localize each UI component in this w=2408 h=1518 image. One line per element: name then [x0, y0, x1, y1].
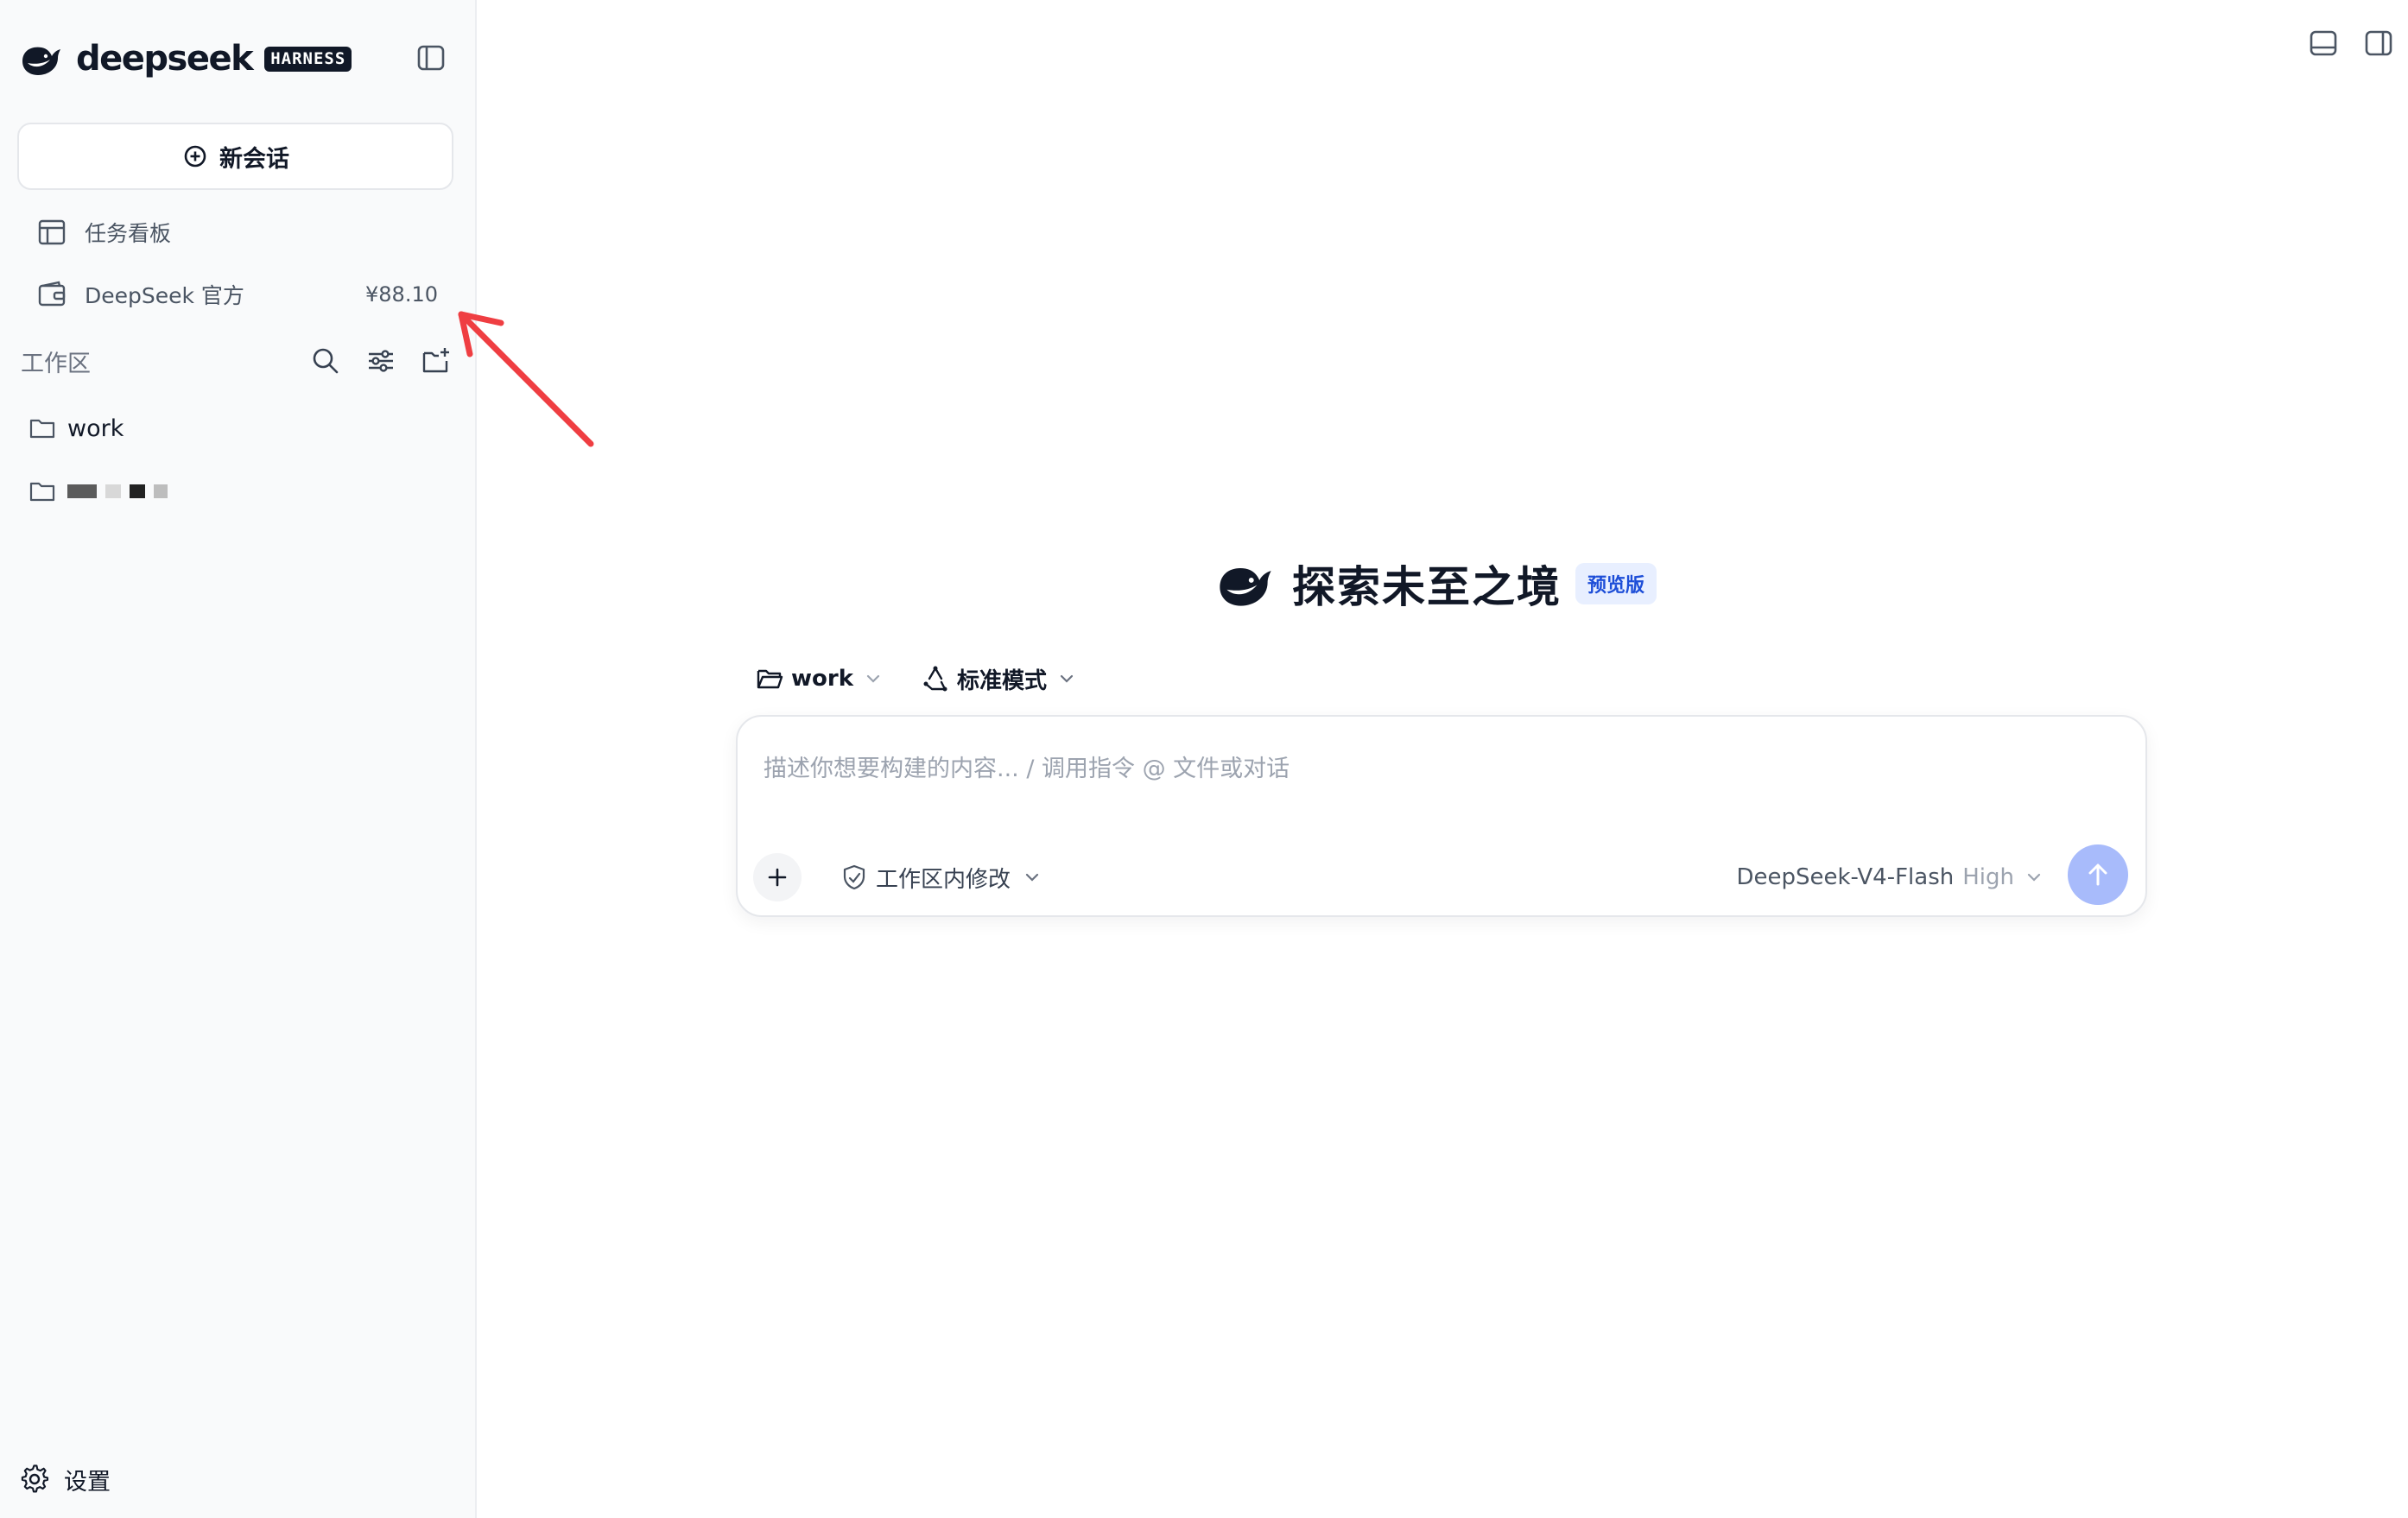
new-chat-label: 新会话: [219, 145, 289, 173]
welcome-heading: 探索未至之境 预览版: [1214, 553, 1657, 615]
welcome-title: 探索未至之境: [1292, 562, 1562, 612]
chevron-down-icon: [866, 674, 880, 683]
bottom-panel-toggle-icon[interactable]: [2306, 26, 2341, 60]
new-chat-button[interactable]: 新会话: [17, 123, 453, 190]
model-name: DeepSeek-V4-Flash: [1736, 864, 1955, 890]
right-panel-toggle-icon[interactable]: [2361, 26, 2396, 60]
mode-selector-label: 标准模式: [957, 667, 1048, 694]
sidebar-item-deepseek-account[interactable]: DeepSeek 官方 ¥88.10: [17, 268, 453, 321]
board-icon: [38, 219, 66, 245]
settings-button[interactable]: 设置: [19, 1452, 111, 1506]
brand-name: deepseek: [76, 39, 254, 79]
whale-logo-icon: [22, 47, 60, 75]
brand-logo: deepseek HARNESS: [19, 36, 352, 81]
plus-circle-icon: [184, 145, 206, 168]
search-icon[interactable]: [309, 345, 342, 377]
preview-badge: 预览版: [1575, 563, 1657, 604]
mode-selector[interactable]: 标准模式: [921, 663, 1076, 695]
recycle-mode-icon: [923, 666, 947, 692]
sidebar-item-label: DeepSeek 官方: [85, 283, 244, 308]
folder-icon: [29, 482, 55, 502]
folder-open-icon: [757, 669, 783, 689]
balance-amount: ¥88.10: [365, 282, 438, 307]
redacted-folder-name: [67, 484, 168, 498]
prompt-input[interactable]: [764, 743, 2059, 794]
whale-logo-icon: [1220, 567, 1271, 606]
chevron-down-icon: [1060, 674, 1074, 683]
brand-tag: HARNESS: [264, 46, 352, 72]
sidebar-item-task-board[interactable]: 任务看板: [17, 206, 453, 259]
folder-icon: [29, 419, 55, 439]
plus-icon: [768, 868, 787, 887]
composer: 工作区内修改 DeepSeek-V4-Flash High: [736, 715, 2147, 917]
sidebar-collapse-icon[interactable]: [415, 41, 447, 74]
workspace-folder-work[interactable]: work: [17, 402, 453, 455]
attach-button[interactable]: [753, 853, 802, 901]
workspace-folder-redacted[interactable]: [17, 465, 453, 518]
sidebar: deepseek HARNESS 新会话 任务看板 DeepSeek 官方 ¥8…: [0, 0, 477, 1518]
new-folder-icon[interactable]: [420, 345, 453, 377]
chevron-down-icon: [1025, 873, 1039, 882]
arrow-up-icon: [2088, 863, 2107, 886]
folder-selector[interactable]: work: [755, 664, 883, 693]
workspace-header: 工作区: [21, 337, 453, 385]
workspace-label: 工作区: [21, 350, 91, 377]
composer-selectors: work 标准模式: [755, 656, 1076, 701]
send-button[interactable]: [2068, 844, 2128, 905]
workspace-toolbar: [309, 337, 453, 385]
gear-icon: [21, 1464, 49, 1493]
app-window: deepseek HARNESS 新会话 任务看板 DeepSeek 官方 ¥8…: [0, 0, 2408, 1518]
wallet-icon: [38, 281, 66, 307]
reasoning-effort: High: [1962, 864, 2014, 890]
filter-sliders-icon[interactable]: [364, 345, 397, 377]
permission-label: 工作区内修改: [876, 866, 1011, 893]
sidebar-item-label: 任务看板: [85, 221, 172, 246]
folder-selector-label: work: [791, 666, 853, 692]
chevron-down-icon: [2027, 873, 2041, 882]
model-selector[interactable]: DeepSeek-V4-Flash High: [1736, 855, 2044, 900]
folder-label: work: [67, 414, 124, 442]
settings-label: 设置: [64, 1468, 111, 1496]
shield-edit-icon: [843, 864, 865, 890]
permission-selector[interactable]: 工作区内修改: [840, 855, 1042, 900]
